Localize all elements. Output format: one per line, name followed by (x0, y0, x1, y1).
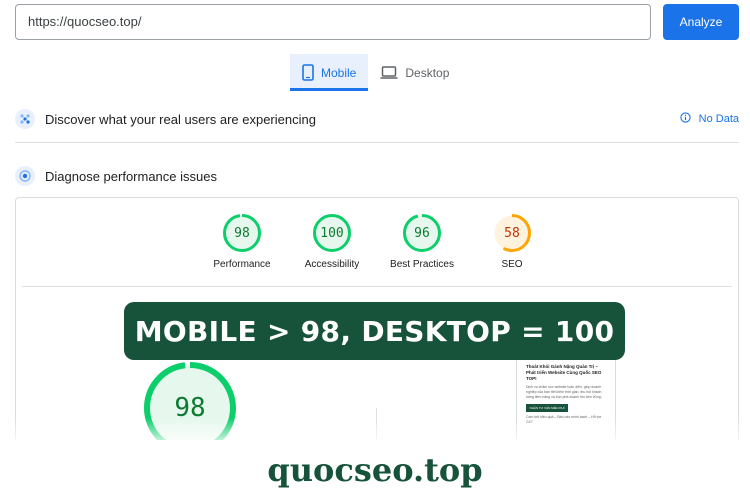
field-data-title: Discover what your real users are experi… (45, 111, 316, 127)
tab-desktop-label: Desktop (405, 65, 450, 80)
gauge-score: 96 (414, 225, 430, 241)
no-data-indicator[interactable]: No Data (679, 104, 739, 134)
pulse-icon (15, 166, 35, 186)
brand-logo-text: quocseo.top (267, 451, 483, 489)
card-divider (22, 286, 732, 287)
field-data-header: Discover what your real users are experi… (15, 104, 739, 134)
gauge-accessibility[interactable]: 100 Accessibility (287, 214, 377, 270)
gauge-score: 58 (504, 225, 520, 241)
gauge-performance[interactable]: 98 Performance (197, 214, 287, 270)
tab-mobile[interactable]: Mobile (290, 54, 369, 91)
lab-data-title: Diagnose performance issues (45, 168, 217, 184)
gauge-label: Best Practices (390, 259, 454, 270)
smartphone-icon (302, 64, 314, 81)
gauge-score: 100 (320, 225, 344, 241)
url-bar: https://quocseo.top/ Analyze (15, 4, 739, 40)
gauge-best-practices[interactable]: 96 Best Practices (377, 214, 467, 270)
info-icon (679, 112, 691, 126)
preview-title: Thoát Khỏi Gánh Nặng Quản Trị – Phát tri… (526, 364, 602, 381)
preview-text: Dịch vụ chăm sóc website toàn diện, giúp… (526, 385, 602, 399)
gauge-label: Accessibility (304, 259, 360, 270)
device-tabs: Mobile Desktop (290, 54, 461, 91)
tab-desktop[interactable]: Desktop (368, 54, 461, 91)
gauge-label: Performance (213, 259, 271, 270)
users-icon (15, 109, 35, 129)
section-divider (15, 142, 739, 143)
tab-mobile-label: Mobile (321, 65, 357, 80)
gauge-label: SEO (501, 259, 523, 270)
score-banner: MOBILE > 98, DESKTOP = 100 (124, 302, 625, 360)
laptop-icon (380, 66, 398, 79)
brand-footer: quocseo.top (0, 440, 750, 500)
score-gauges: 98 Performance 100 Accessibility 96 Best… (0, 214, 750, 276)
lab-data-header: Diagnose performance issues (15, 161, 739, 191)
preview-button: NHẬN TƯ VẤN MIỄN PHÍ (526, 404, 568, 412)
url-input[interactable]: https://quocseo.top/ (15, 4, 651, 40)
analyze-button[interactable]: Analyze (663, 4, 739, 40)
gauge-score: 98 (234, 225, 250, 241)
no-data-label: No Data (698, 113, 739, 125)
gauge-seo[interactable]: 58 SEO (467, 214, 557, 270)
